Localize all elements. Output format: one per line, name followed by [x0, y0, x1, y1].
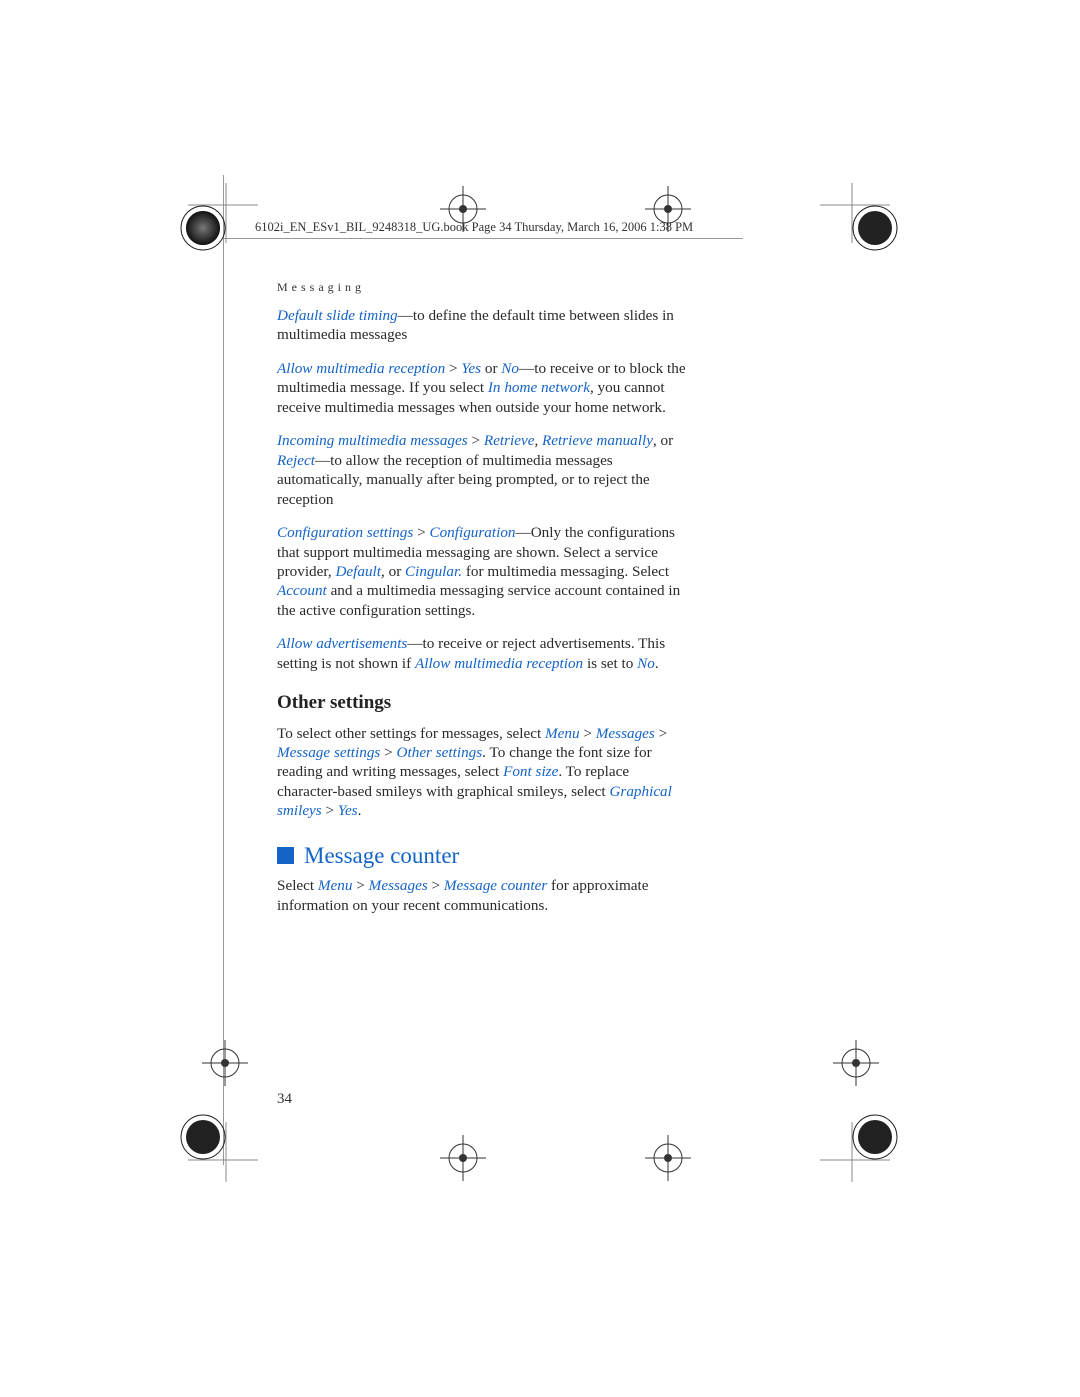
ui-term: Retrieve — [484, 432, 535, 449]
section-heading: Message counter — [277, 841, 692, 870]
paragraph: Incoming multimedia messages > Retrieve,… — [277, 431, 692, 509]
ui-term: Cingular. — [405, 563, 462, 580]
body-content: Default slide timing—to define the defau… — [277, 306, 692, 929]
registration-mark-icon — [440, 1135, 486, 1181]
ui-term: No — [637, 655, 655, 672]
ui-term: Incoming multimedia messages — [277, 432, 468, 449]
paragraph: Allow advertisements—to receive or rejec… — [277, 634, 692, 673]
ui-term: In home network — [488, 379, 590, 396]
ui-term: Default — [335, 563, 381, 580]
ui-term: Menu — [318, 877, 353, 894]
frame-line — [223, 175, 224, 1165]
subheading: Other settings — [277, 691, 692, 715]
ui-term: Allow advertisements — [277, 635, 407, 652]
ui-term: Messages — [596, 725, 655, 742]
document-page: 6102i_EN_ESv1_BIL_9248318_UG.book Page 3… — [0, 0, 1080, 1397]
ui-term: Yes — [461, 360, 481, 377]
ui-term: Message counter — [444, 877, 547, 894]
crop-mark-icon — [820, 1112, 900, 1192]
ui-term: Allow multimedia reception — [415, 655, 583, 672]
crop-mark-icon — [178, 1112, 258, 1192]
ui-term: Font size — [503, 763, 558, 780]
registration-mark-icon — [202, 1040, 248, 1086]
ui-term: Reject — [277, 452, 315, 469]
ui-term: No — [501, 360, 519, 377]
ui-term: Configuration — [429, 524, 515, 541]
paragraph: Allow multimedia reception > Yes or No—t… — [277, 359, 692, 417]
crop-mark-icon — [178, 173, 258, 253]
section-label: Messaging — [277, 280, 365, 295]
ui-term: Retrieve manually — [542, 432, 653, 449]
registration-mark-icon — [645, 1135, 691, 1181]
paragraph: Configuration settings > Configuration—O… — [277, 523, 692, 620]
ui-term: Message settings — [277, 744, 380, 761]
paragraph: Default slide timing—to define the defau… — [277, 306, 692, 345]
paragraph: To select other settings for messages, s… — [277, 724, 692, 821]
ui-term: Other settings — [397, 744, 483, 761]
ui-term: Allow multimedia reception — [277, 360, 445, 377]
page-header: 6102i_EN_ESv1_BIL_9248318_UG.book Page 3… — [255, 220, 693, 235]
ui-term: Configuration settings — [277, 524, 413, 541]
page-number: 34 — [277, 1091, 292, 1108]
square-bullet-icon — [277, 847, 294, 864]
ui-term: Menu — [545, 725, 580, 742]
ui-term: Messages — [369, 877, 428, 894]
ui-term: Default slide timing — [277, 307, 398, 324]
paragraph: Select Menu > Messages > Message counter… — [277, 876, 692, 915]
ui-term: Account — [277, 582, 327, 599]
frame-line — [223, 238, 743, 239]
registration-mark-icon — [833, 1040, 879, 1086]
crop-mark-icon — [820, 173, 900, 253]
section-heading-text: Message counter — [304, 841, 459, 870]
ui-term: Yes — [338, 802, 358, 819]
